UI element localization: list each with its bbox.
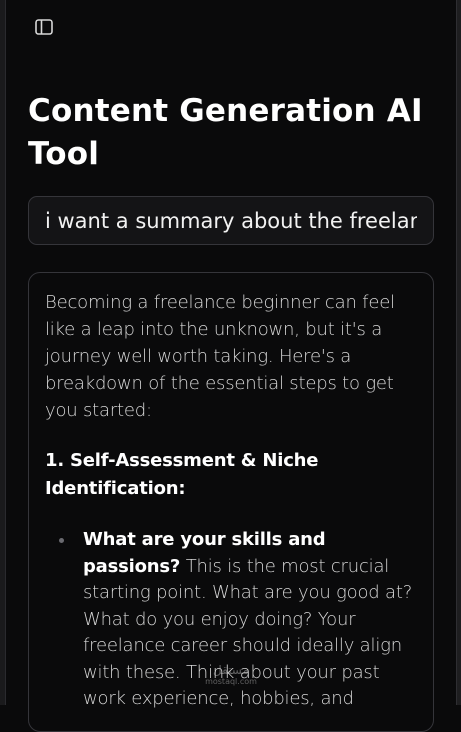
bullet-dot-icon [59,538,64,543]
generated-output-panel: Becoming a freelance beginner can feel l… [28,272,434,732]
sidebar-toggle-button[interactable] [34,19,54,39]
bullet-text: This is the most crucial starting point.… [83,556,412,710]
section-heading: 1. Self-Assessment & Niche Identificatio… [45,447,417,503]
prompt-input[interactable] [28,196,434,245]
page-title: Content Generation AI Tool [28,90,428,176]
right-scrollbar[interactable] [456,0,461,705]
output-intro: Becoming a freelance beginner can feel l… [45,289,417,424]
list-item: What are your skills and passions? This … [45,527,417,713]
sidebar-panel-icon [34,17,54,41]
bullet-list: What are your skills and passions? This … [45,527,417,713]
left-window-edge [0,0,6,705]
